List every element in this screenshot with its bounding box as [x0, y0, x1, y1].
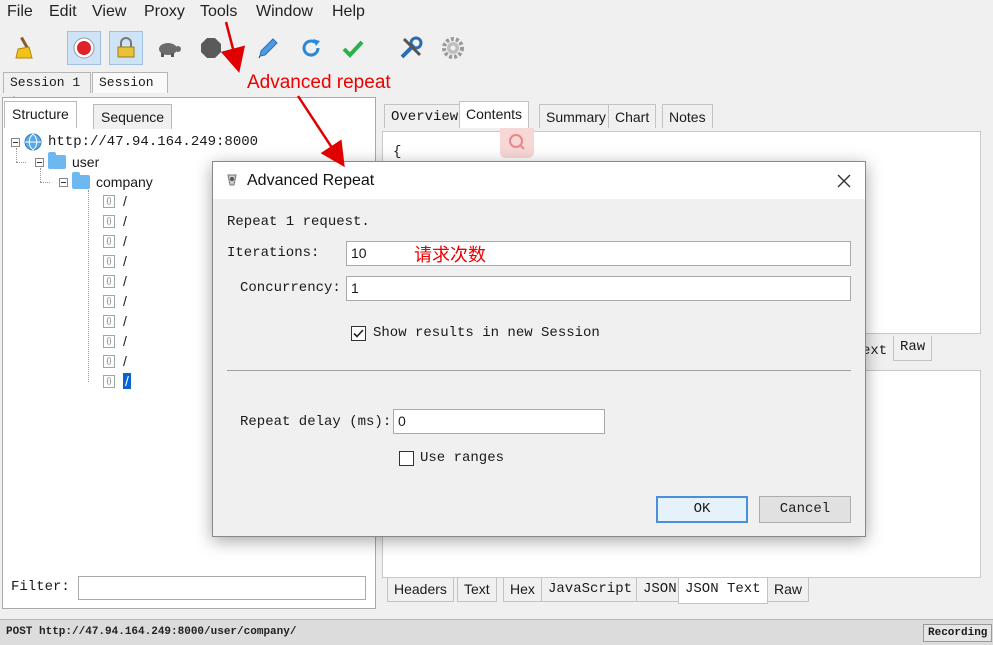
arrow-to-tools	[220, 21, 246, 73]
arrow-to-dialog	[296, 95, 345, 168]
annotation-advanced-repeat: Advanced repeat	[247, 72, 391, 93]
annotation-arrows	[220, 21, 345, 168]
annotation-iterations-note: 请求次数	[414, 245, 486, 265]
